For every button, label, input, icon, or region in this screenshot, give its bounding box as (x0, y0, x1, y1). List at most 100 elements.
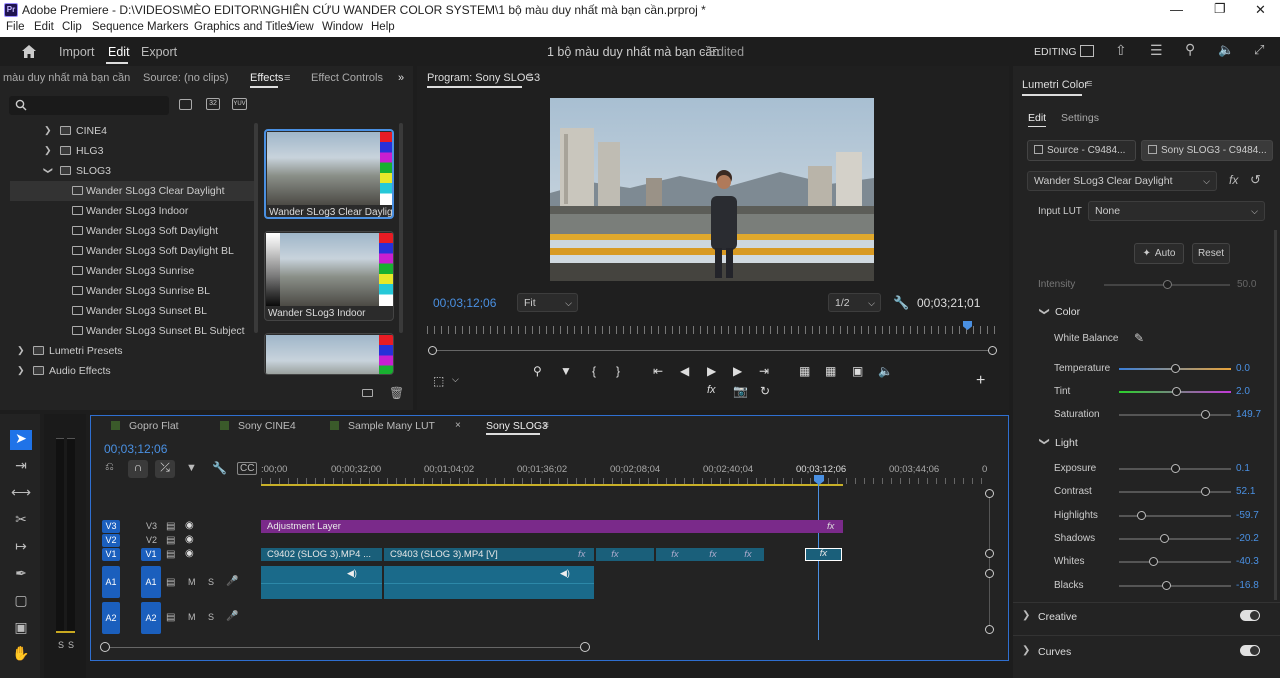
video-clip-segment[interactable] (634, 548, 654, 561)
quick-search-icon[interactable]: ⚲ (1185, 41, 1195, 58)
timeline-h-scrollbar[interactable] (105, 647, 585, 648)
safe-margins-icon[interactable]: ⬚ (433, 374, 444, 388)
lumetri-subtab-edit[interactable]: Edit (1028, 112, 1046, 124)
light-slider-value[interactable]: -40.3 (1236, 556, 1259, 567)
comparison-icon[interactable]: ↻ (760, 384, 770, 398)
more-tabs-icon[interactable]: » (398, 72, 404, 84)
32bit-effects-icon[interactable]: 32 (206, 98, 220, 110)
step-forward-icon[interactable]: ▶ (733, 364, 742, 378)
track-select-tool-icon[interactable]: ⇥ (10, 457, 32, 477)
pen-tool-icon[interactable]: ✒ (10, 565, 32, 585)
color-slider-value[interactable]: 149.7 (1236, 409, 1261, 420)
lift-icon[interactable]: ▦ (799, 364, 810, 378)
slider-knob[interactable] (1163, 280, 1172, 289)
home-icon[interactable] (21, 44, 37, 59)
h-scroll-handle-right[interactable] (580, 642, 590, 652)
lumetri-scrollbar[interactable] (1274, 230, 1277, 600)
snap-icon[interactable]: ∩ (128, 460, 148, 478)
progress-icon[interactable]: ☰ (1150, 42, 1163, 59)
eye-icon[interactable]: ◉ (185, 520, 194, 531)
program-tab[interactable]: Program: Sony SLOG3 (427, 72, 540, 84)
audio-clip-2[interactable]: ◀) (384, 566, 594, 599)
light-slider-track[interactable] (1119, 511, 1231, 520)
light-slider-value[interactable]: -59.7 (1236, 510, 1259, 521)
preset-thumbnail[interactable] (264, 333, 394, 375)
color-slider-track[interactable] (1119, 410, 1231, 419)
resolution-dropdown[interactable]: 1/2 ⌵ (828, 293, 881, 312)
light-slider-track[interactable] (1119, 557, 1231, 566)
a1-source-patch[interactable]: A1 (102, 566, 120, 598)
audio-icon[interactable]: 🔈 (878, 364, 893, 378)
fit-dropdown[interactable]: Fit ⌵ (517, 293, 578, 312)
adjustment-layer-clip[interactable]: Adjustment Layer fx (261, 520, 843, 533)
add-marker-icon[interactable]: ▼ (560, 364, 572, 378)
tree-folder-audio-effects[interactable]: ❯ Audio Effects (10, 361, 254, 381)
tree-preset-soft-daylight-bl[interactable]: Wander SLog3 Soft Daylight BL (10, 241, 254, 261)
sequence-tab[interactable]: Sample Many LUT (348, 420, 435, 432)
fx-toggle-icon[interactable]: fx (1229, 173, 1238, 187)
share-icon[interactable]: ⇧ (1115, 42, 1127, 59)
a2-source-patch[interactable]: A2 (102, 602, 120, 634)
trash-icon[interactable]: 🗑 (389, 386, 404, 400)
color-slider-track[interactable] (1119, 387, 1231, 396)
a2-solo[interactable]: S (208, 612, 214, 622)
zoom-handle-right[interactable] (988, 346, 997, 355)
color-slider-track[interactable] (1119, 364, 1231, 373)
mark-out-icon[interactable]: } (616, 364, 620, 378)
a2-mic-icon[interactable]: 🎤 (226, 611, 238, 622)
sync-lock-icon[interactable]: ▤ (166, 521, 175, 532)
add-button-icon[interactable]: + (976, 372, 985, 390)
linked-selection-icon[interactable]: ⤰ (155, 460, 175, 478)
tree-preset-sunset-bl[interactable]: Wander SLog3 Sunset BL (10, 301, 254, 321)
program-timecode[interactable]: 00;03;12;06 (433, 296, 496, 310)
program-menu-icon[interactable]: ≡ (526, 72, 532, 84)
vertical-zoom-bar[interactable] (989, 494, 990, 630)
workspace-mode[interactable]: EDITING (1034, 46, 1077, 58)
a1-mic-icon[interactable]: 🎤 (226, 576, 238, 587)
tab-effect-controls[interactable]: Effect Controls (311, 72, 383, 84)
reset-effect-icon[interactable]: ↺ (1250, 172, 1261, 188)
expand-arrow-icon[interactable]: ❯ (44, 125, 52, 136)
accelerated-effects-icon[interactable] (179, 99, 192, 110)
v2-track-label[interactable]: V2 (146, 535, 157, 545)
light-section-title[interactable]: Light (1055, 437, 1078, 449)
tree-folder-lumetri-presets[interactable]: ❯ Lumetri Presets (10, 341, 254, 361)
tab-import[interactable]: Import (59, 45, 94, 59)
sequence-menu-icon[interactable]: ≡ (543, 420, 549, 431)
a-zoom-handle[interactable] (985, 625, 994, 634)
yuv-effects-icon[interactable]: YUV (232, 98, 247, 110)
color-section-title[interactable]: Color (1055, 306, 1080, 318)
tab-source[interactable]: Source: (no clips) (143, 72, 229, 84)
rectangle-tool-icon[interactable]: ▢ (10, 592, 32, 612)
tree-preset-indoor[interactable]: Wander SLog3 Indoor (10, 201, 254, 221)
go-to-out-icon[interactable]: ⇥ (759, 364, 769, 378)
minimize-icon[interactable]: — (1170, 2, 1183, 17)
preset-thumbnail[interactable]: Wander SLog3 Indoor (264, 231, 394, 321)
a2-sync-lock-icon[interactable]: ▤ (166, 612, 175, 623)
slider-knob[interactable] (1159, 534, 1169, 543)
lumetri-subtab-settings[interactable]: Settings (1061, 112, 1099, 124)
slider-knob[interactable] (1171, 364, 1180, 373)
video-clip-segment[interactable]: fx (596, 548, 634, 561)
tree-folder-slog3[interactable]: ❯ SLOG3 (10, 161, 254, 181)
tree-preset-soft-daylight[interactable]: Wander SLog3 Soft Daylight (10, 221, 254, 241)
tree-preset-clear-daylight[interactable]: Wander SLog3 Clear Daylight (10, 181, 254, 201)
export-frame-icon[interactable]: 📷 (733, 384, 748, 398)
timeline-settings-icon[interactable]: 🔧 (212, 461, 227, 475)
tree-preset-sunrise-bl[interactable]: Wander SLog3 Sunrise BL (10, 281, 254, 301)
add-marker-icon[interactable]: ▼ (186, 462, 197, 474)
tab-effects[interactable]: Effects (250, 72, 283, 84)
light-slider-value[interactable]: -16.8 (1236, 580, 1259, 591)
zoom-bar[interactable] (432, 350, 992, 351)
tab-project[interactable]: màu duy nhất mà bạn cần (3, 72, 130, 84)
lumetri-tab[interactable]: Lumetri Color (1022, 79, 1088, 91)
a1-solo[interactable]: S (208, 577, 214, 587)
menu-file[interactable]: File (6, 21, 25, 33)
menu-view[interactable]: View (289, 21, 314, 33)
close-icon[interactable]: ✕ (1255, 2, 1266, 18)
mark-in-icon[interactable]: { (592, 364, 596, 378)
creative-toggle[interactable] (1240, 610, 1260, 621)
sync-lock-icon[interactable]: ▤ (166, 549, 175, 560)
hand-select-tool-icon[interactable]: ▣ (10, 619, 32, 639)
h-scroll-handle-left[interactable] (100, 642, 110, 652)
